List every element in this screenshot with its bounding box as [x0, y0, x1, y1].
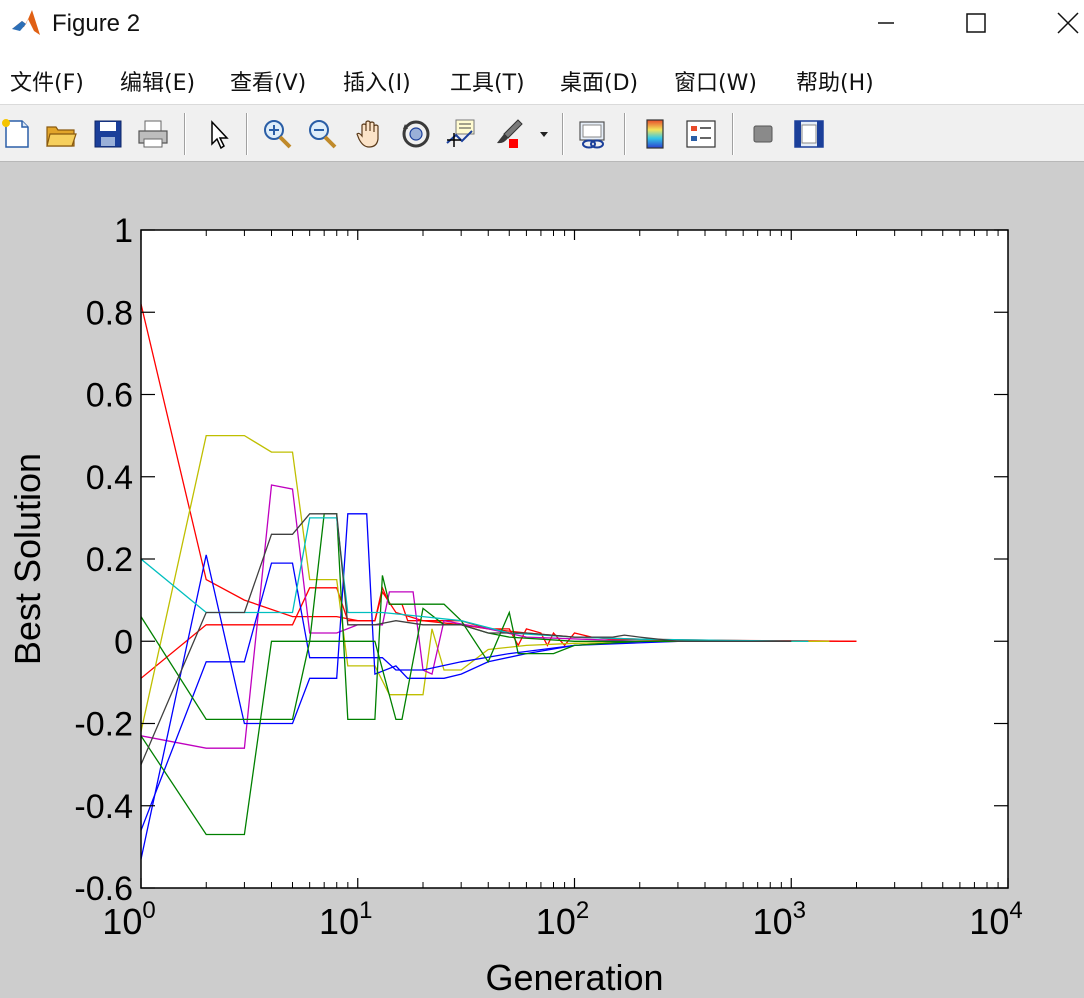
new-figure-icon[interactable] — [0, 117, 34, 151]
toolbar-separator — [732, 113, 734, 155]
menu-help[interactable]: 帮助(H) — [796, 65, 874, 97]
rotate-3d-icon[interactable] — [399, 117, 433, 151]
y-tick-label: 0.2 — [86, 541, 133, 579]
y-tick-label: 0.4 — [86, 459, 133, 497]
toolbar-separator — [624, 113, 626, 155]
maximize-button[interactable] — [936, 0, 1016, 46]
minimize-button[interactable] — [846, 0, 926, 46]
y-tick-label: 1 — [114, 212, 133, 250]
y-tick-label: -0.6 — [74, 870, 133, 908]
menu-file[interactable]: 文件(F) — [10, 65, 84, 97]
data-cursor-icon[interactable] — [444, 117, 478, 151]
menu-view[interactable]: 查看(V) — [230, 65, 306, 97]
colorbar-icon[interactable] — [638, 117, 672, 151]
y-tick-label: 0 — [114, 623, 133, 661]
legend-icon[interactable] — [684, 117, 718, 151]
axes-background — [141, 230, 1008, 888]
y-tick-label: 0.6 — [86, 377, 133, 415]
x-tick-label: 101 — [319, 897, 372, 942]
menu-bar: 文件(F) 编辑(E) 查看(V) 插入(I) 工具(T) 桌面(D) 窗口(W… — [0, 52, 1084, 104]
save-icon[interactable] — [91, 117, 125, 151]
brush-dropdown-icon[interactable] — [536, 117, 552, 151]
print-icon[interactable] — [136, 117, 170, 151]
window-title: Figure 2 — [52, 10, 141, 37]
zoom-out-icon[interactable] — [305, 117, 339, 151]
toolbar-separator — [246, 113, 248, 155]
toolbar — [0, 104, 1084, 162]
x-tick-label: 102 — [536, 897, 589, 942]
menu-window[interactable]: 窗口(W) — [674, 65, 757, 97]
toolbar-separator — [562, 113, 564, 155]
x-tick-label: 103 — [753, 897, 806, 942]
x-tick-label: 104 — [969, 897, 1022, 942]
close-button[interactable] — [1026, 0, 1084, 46]
x-axis-label: Generation — [485, 957, 663, 998]
matlab-icon — [10, 7, 42, 39]
link-plot-icon[interactable] — [576, 117, 610, 151]
zoom-in-icon[interactable] — [260, 117, 294, 151]
toolbar-separator — [184, 113, 186, 155]
show-plot-tools-icon[interactable] — [792, 117, 826, 151]
y-tick-label: 0.8 — [86, 294, 133, 332]
edit-plot-cursor-icon[interactable] — [202, 117, 236, 151]
y-axis-label: Best Solution — [7, 453, 48, 665]
hide-plot-tools-icon[interactable] — [746, 117, 780, 151]
menu-tools[interactable]: 工具(T) — [450, 65, 525, 97]
y-tick-label: -0.4 — [74, 788, 133, 826]
pan-hand-icon[interactable] — [353, 117, 387, 151]
menu-edit[interactable]: 编辑(E) — [120, 65, 195, 97]
menu-insert[interactable]: 插入(I) — [343, 65, 411, 97]
figure-canvas: 100 101 102 103 104-0.6-0.4-0.200.20.40.60.8… — [7, 212, 1023, 998]
plot-area: 100 101 102 103 104-0.6-0.4-0.200.20.40.60.8… — [7, 212, 1023, 998]
title-bar: Figure 2 — [0, 0, 1084, 52]
y-tick-label: -0.2 — [74, 706, 133, 744]
open-file-icon[interactable] — [44, 117, 78, 151]
menu-desktop[interactable]: 桌面(D) — [560, 65, 638, 97]
brush-icon[interactable] — [492, 117, 526, 151]
